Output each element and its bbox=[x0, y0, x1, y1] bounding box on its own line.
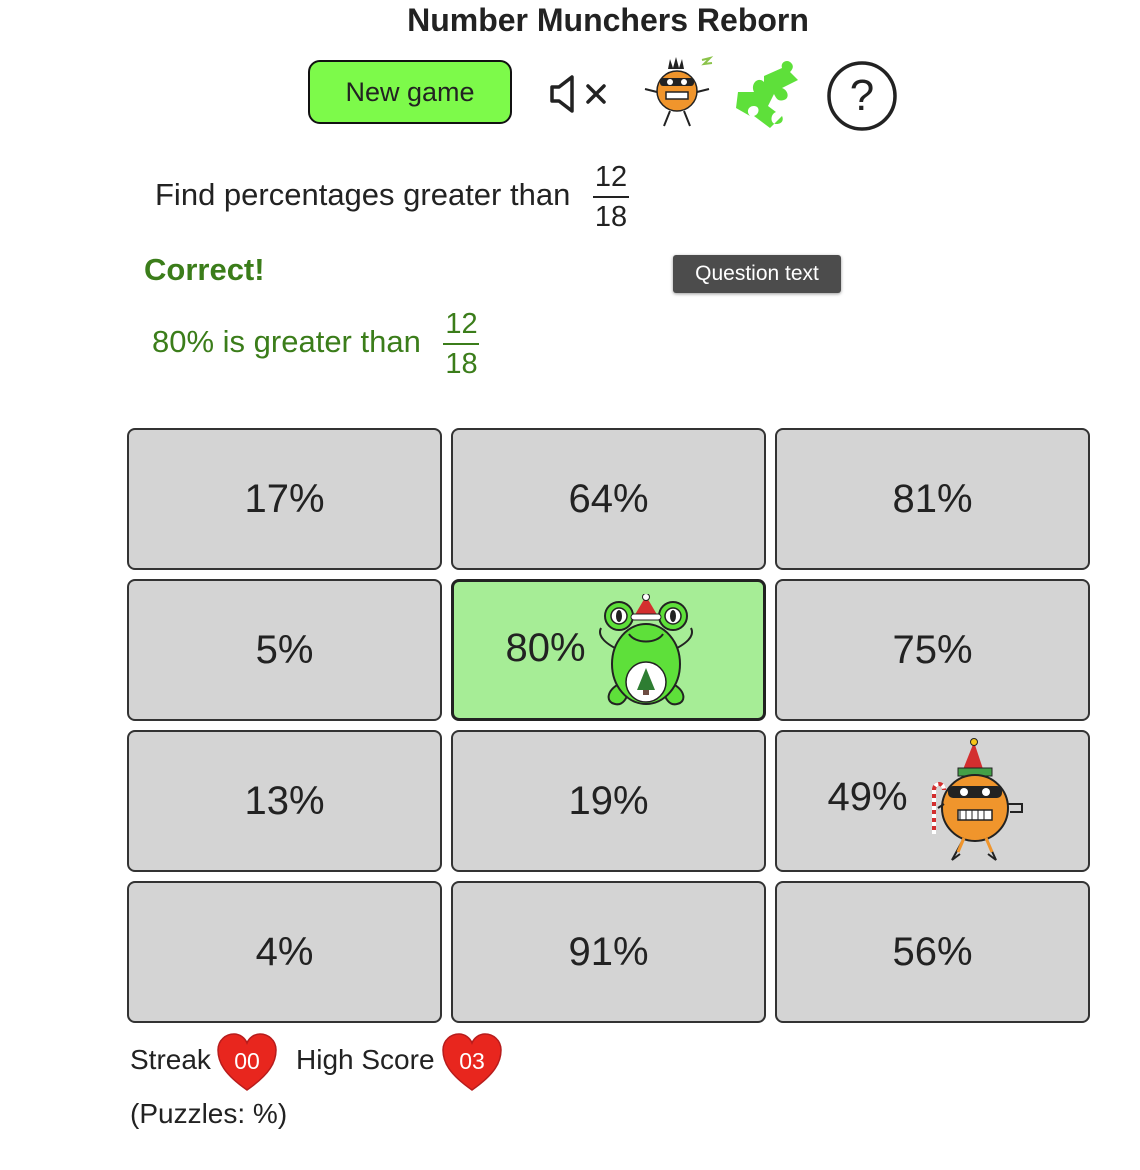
cell-value: 80% bbox=[505, 625, 586, 670]
new-game-button[interactable]: New game bbox=[308, 60, 512, 124]
cell-value: 81% bbox=[892, 476, 973, 521]
grid-cell[interactable]: 75% bbox=[775, 579, 1090, 721]
puzzles-text: (Puzzles: %) bbox=[130, 1098, 288, 1129]
muncher-character-icon[interactable] bbox=[642, 56, 718, 132]
cell-value: 13% bbox=[244, 778, 325, 823]
fraction-bar bbox=[443, 343, 480, 345]
feedback-numerator: 12 bbox=[445, 308, 478, 340]
feedback-prefix: 80% is greater than bbox=[152, 324, 421, 360]
high-score-value: 03 bbox=[459, 1048, 485, 1074]
cell-value: 17% bbox=[244, 476, 325, 521]
streak-value: 00 bbox=[234, 1048, 260, 1074]
question-text: Find percentages greater than 12 18 bbox=[155, 160, 629, 234]
fraction-bar bbox=[592, 196, 629, 198]
grid-cell[interactable]: 17% bbox=[127, 428, 442, 570]
grid-cell[interactable]: 64% bbox=[451, 428, 766, 570]
question-prefix: Find percentages greater than bbox=[155, 177, 571, 213]
grid-cell[interactable]: 5% bbox=[127, 579, 442, 721]
feedback-status: Correct! bbox=[144, 252, 265, 287]
question-denominator: 18 bbox=[594, 201, 628, 233]
question-tooltip: Question text bbox=[673, 255, 841, 293]
high-score-heart-badge: 03 bbox=[441, 1032, 503, 1094]
help-glyph: ? bbox=[850, 71, 874, 120]
cell-value: 91% bbox=[568, 929, 649, 974]
grid-cell[interactable]: 13% bbox=[127, 730, 442, 872]
grid-cell[interactable]: 81% bbox=[775, 428, 1090, 570]
question-numerator: 12 bbox=[594, 161, 628, 193]
question-fraction: 12 18 bbox=[592, 160, 629, 234]
cell-value: 5% bbox=[255, 627, 314, 672]
feedback-denominator: 18 bbox=[445, 348, 478, 380]
grid-cell[interactable]: 4% bbox=[127, 881, 442, 1023]
page-title: Number Munchers Reborn bbox=[407, 2, 809, 38]
grid-cell[interactable]: 80% bbox=[451, 579, 766, 721]
speaker-muted-icon[interactable] bbox=[548, 74, 612, 114]
grid-cell[interactable]: 56% bbox=[775, 881, 1090, 1023]
streak-heart-badge: 00 bbox=[216, 1032, 278, 1094]
cell-value: 19% bbox=[568, 778, 649, 823]
cell-value: 64% bbox=[568, 476, 649, 521]
feedback-fraction: 12 18 bbox=[443, 307, 480, 381]
high-score-label: High Score bbox=[296, 1044, 435, 1075]
frog-character-icon bbox=[599, 594, 693, 706]
grid-cell[interactable]: 91% bbox=[451, 881, 766, 1023]
feedback-text: 80% is greater than 12 18 bbox=[152, 307, 480, 381]
cell-value: 49% bbox=[827, 774, 908, 819]
grid-cell[interactable]: 49% bbox=[775, 730, 1090, 872]
cell-value: 75% bbox=[892, 627, 973, 672]
grid-cell[interactable]: 19% bbox=[451, 730, 766, 872]
answer-grid: 17% 64% 81% 5% 80% 75% 13% 19% 49% 4% 91% 56% bbox=[127, 428, 1090, 1024]
cell-value: 4% bbox=[255, 929, 314, 974]
cell-value: 56% bbox=[892, 929, 973, 974]
puzzle-piece-icon[interactable] bbox=[730, 58, 806, 132]
muncher-character-icon bbox=[932, 738, 1023, 861]
question-mark-icon[interactable]: ? bbox=[826, 60, 900, 132]
streak-label: Streak bbox=[130, 1044, 211, 1075]
